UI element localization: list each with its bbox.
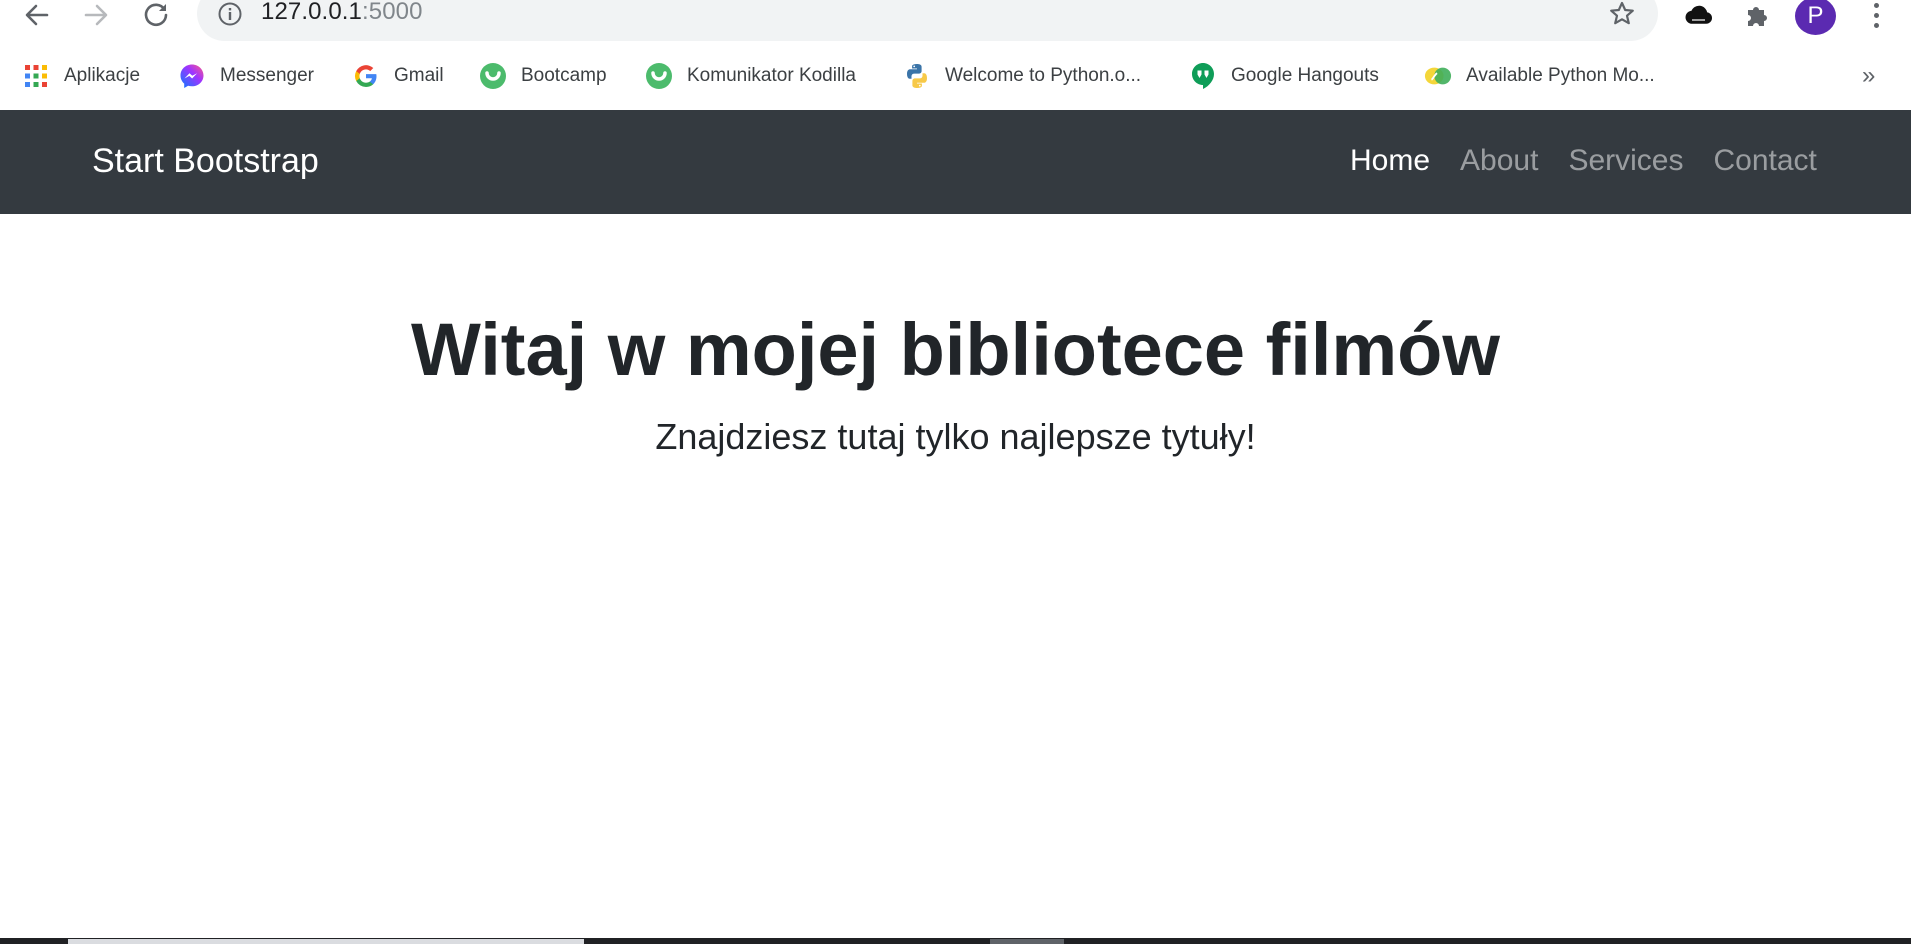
bookmarks-overflow-button[interactable]: »: [1862, 56, 1875, 96]
bookmark-aplikacje[interactable]: Aplikacje: [22, 56, 140, 96]
bookmark-messenger[interactable]: Messenger: [178, 56, 314, 96]
messenger-icon: [178, 62, 206, 90]
nav-link-about[interactable]: About: [1460, 144, 1538, 178]
cloud-icon: [1685, 5, 1712, 24]
bookmark-label: Messenger: [220, 65, 314, 86]
scrollbar-segment: [990, 939, 1064, 944]
bookmark-label: Aplikacje: [64, 65, 141, 86]
url-port: :5000: [362, 0, 423, 25]
puzzle-icon: [1748, 7, 1767, 26]
nav-link-home[interactable]: Home: [1350, 144, 1430, 178]
url-text[interactable]: 127.0.0.1:5000: [261, 0, 423, 26]
bookmark-available-python-modules[interactable]: Available Python Mo...: [1424, 56, 1655, 96]
url-host: 127.0.0.1: [261, 0, 362, 25]
python-modules-icon: [1424, 62, 1452, 90]
forward-button[interactable]: [76, 0, 116, 30]
google-icon: [352, 62, 380, 90]
site-navbar: Start Bootstrap Home About Services Cont…: [0, 110, 1911, 214]
hangouts-icon: [1189, 62, 1217, 90]
info-icon[interactable]: [217, 1, 243, 27]
page-lead: Znajdziesz tutaj tylko najlepsze tytuły!: [655, 416, 1256, 457]
arrow-left-icon: [25, 4, 49, 26]
bookmark-komunikator-kodilla[interactable]: Komunikator Kodilla: [645, 56, 856, 96]
extensions-button[interactable]: [1740, 0, 1774, 30]
apps-grid-icon: [22, 62, 50, 90]
kodilla-icon: [645, 62, 673, 90]
bookmark-python-org[interactable]: Welcome to Python.o...: [903, 56, 1141, 96]
bookmark-label: Gmail: [394, 65, 444, 86]
bottom-taskbar-edge: [0, 938, 1911, 944]
nav-link-services[interactable]: Services: [1568, 144, 1683, 178]
arrow-right-icon: [84, 4, 108, 26]
reload-icon: [144, 3, 168, 27]
bookmark-label: Komunikator Kodilla: [687, 65, 856, 86]
bookmark-label: Welcome to Python.o...: [945, 65, 1142, 86]
cloud-extension-icon[interactable]: [1681, 0, 1715, 30]
address-bar[interactable]: 127.0.0.1:5000: [197, 0, 1658, 41]
profile-avatar[interactable]: P: [1795, 0, 1836, 35]
scrollbar-segment: [68, 939, 584, 944]
chevron-double-right-icon: »: [1862, 62, 1876, 89]
reload-button[interactable]: [136, 0, 176, 30]
nav-links: Home About Services Contact: [1350, 144, 1817, 178]
browser-toolbar: 127.0.0.1:5000 P: [0, 0, 1911, 44]
bookmark-bootcamp[interactable]: Bootcamp: [479, 56, 607, 96]
navbar-brand[interactable]: Start Bootstrap: [92, 142, 319, 181]
bookmark-label: Bootcamp: [521, 65, 607, 86]
bookmarks-bar: Aplikacje Messenger Gmail Bootcamp Komun…: [0, 56, 1911, 96]
bookmark-star-icon[interactable]: [1608, 0, 1636, 28]
bookmark-label: Google Hangouts: [1231, 65, 1379, 86]
bookmark-label: Available Python Mo...: [1466, 65, 1655, 86]
nav-link-contact[interactable]: Contact: [1713, 144, 1816, 178]
browser-menu-icon[interactable]: [1866, 0, 1886, 30]
python-icon: [903, 62, 931, 90]
page-title: Witaj w mojej bibliotece filmów: [411, 308, 1500, 391]
profile-initial: P: [1807, 2, 1824, 29]
kodilla-icon: [479, 62, 507, 90]
bookmark-gmail[interactable]: Gmail: [352, 56, 444, 96]
bookmark-google-hangouts[interactable]: Google Hangouts: [1189, 56, 1379, 96]
back-button[interactable]: [17, 0, 57, 30]
